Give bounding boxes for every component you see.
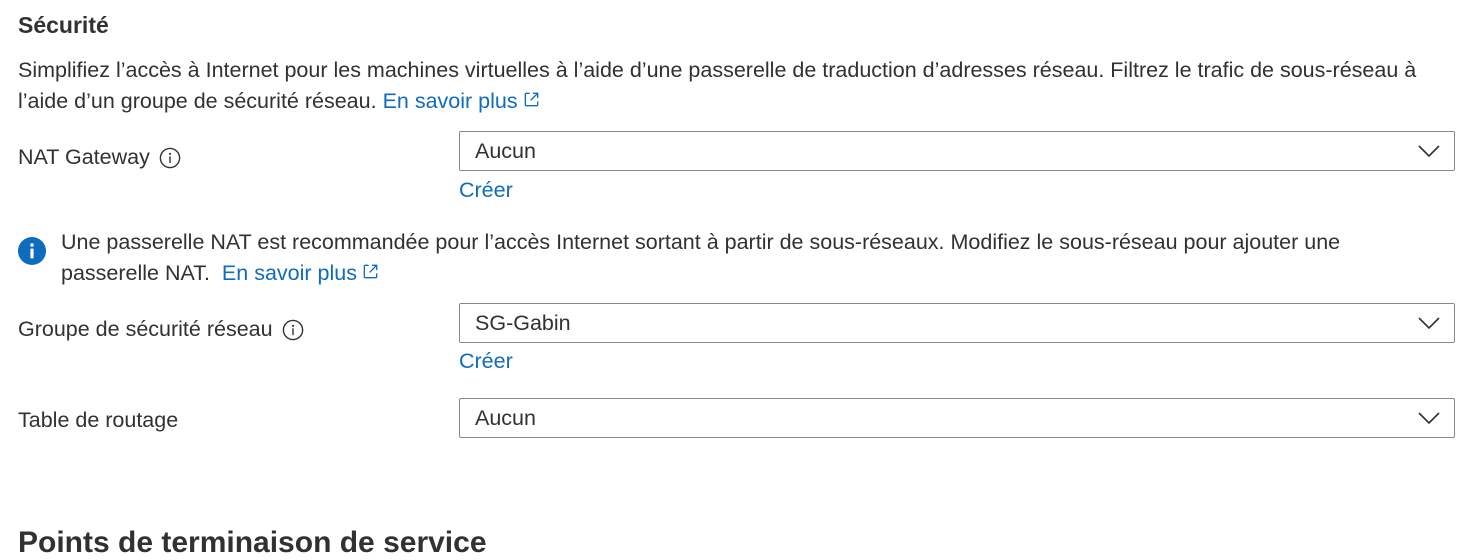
external-link-icon [524, 92, 538, 107]
chevron-down-icon [1418, 145, 1440, 158]
nsg-create-link[interactable]: Créer [459, 349, 513, 374]
route-table-dropdown[interactable]: Aucun [459, 398, 1455, 438]
info-icon[interactable] [282, 319, 304, 341]
info-banner-learn-more-link[interactable]: En savoir plus [222, 261, 380, 285]
nsg-value: SG-Gabin [475, 311, 571, 335]
info-icon[interactable] [159, 147, 181, 169]
learn-more-label: En savoir plus [382, 89, 518, 113]
description-text: Simplifiez l’accès à Internet pour les m… [18, 58, 1417, 113]
nsg-dropdown[interactable]: SG-Gabin [459, 303, 1455, 343]
info-filled-icon [18, 237, 46, 265]
learn-more-link[interactable]: En savoir plus [383, 89, 541, 113]
nat-gateway-dropdown[interactable]: Aucun [459, 131, 1455, 171]
chevron-down-icon [1418, 412, 1440, 425]
nat-gateway-label: NAT Gateway [18, 145, 181, 170]
nsg-label: Groupe de sécurité réseau [18, 317, 304, 342]
nsg-label-text: Groupe de sécurité réseau [18, 317, 273, 341]
route-table-value: Aucun [475, 406, 536, 430]
info-banner-learn-more-label: En savoir plus [221, 261, 357, 285]
external-link-icon [363, 264, 378, 279]
chevron-down-icon [1418, 317, 1440, 330]
route-table-label-text: Table de routage [18, 408, 179, 432]
nat-gateway-value: Aucun [475, 139, 536, 163]
route-table-label: Table de routage [18, 408, 178, 433]
nat-gateway-create-link[interactable]: Créer [459, 178, 513, 203]
info-banner-text: Une passerelle NAT est recommandée pour … [61, 227, 1441, 289]
section-description: Simplifiez l’accès à Internet pour les m… [18, 55, 1438, 117]
section-title: Sécurité [18, 12, 109, 38]
nat-gateway-label-text: NAT Gateway [18, 145, 150, 169]
next-section-title: Points de terminaison de service [18, 526, 487, 559]
